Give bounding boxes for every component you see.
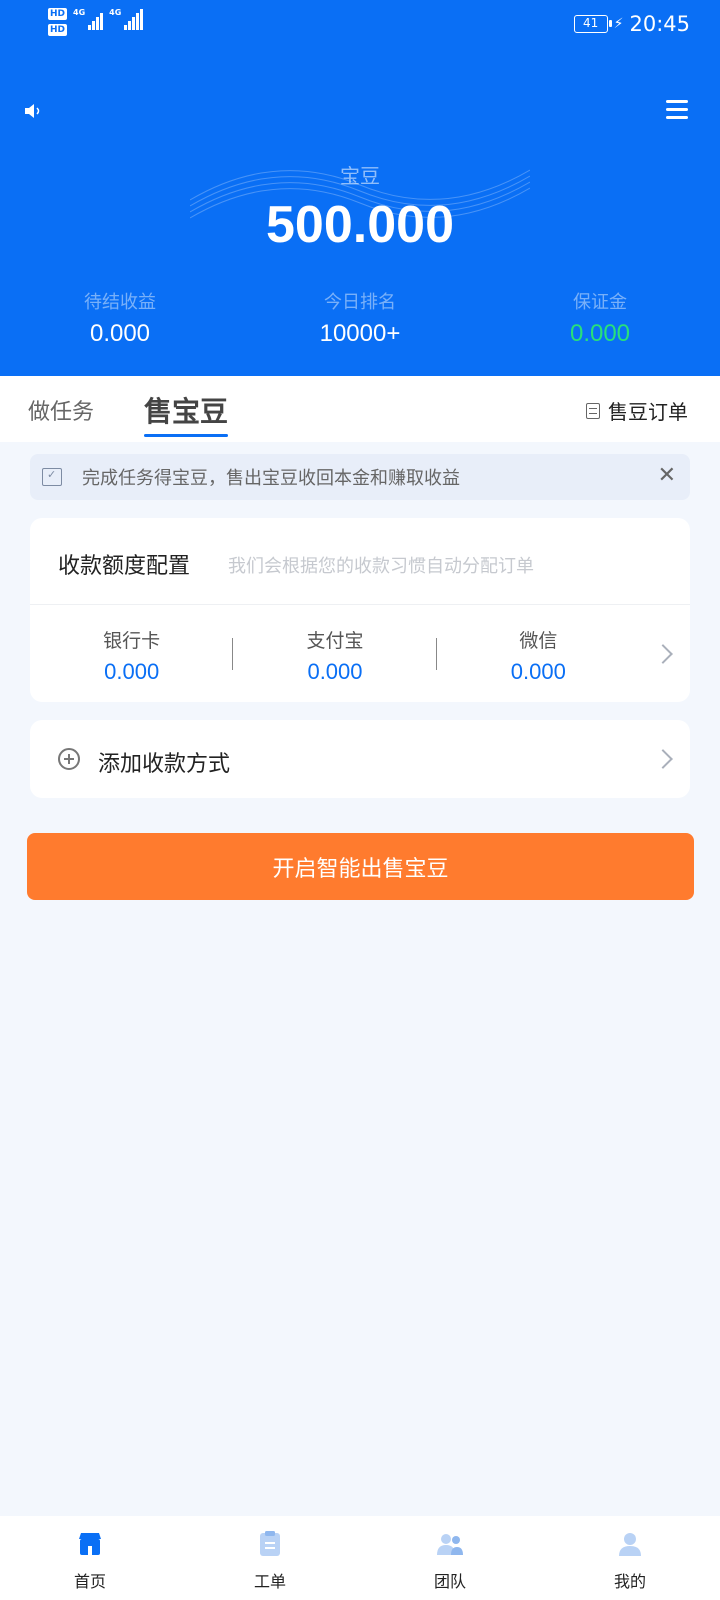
clock: 20:45 xyxy=(629,12,690,36)
payment-method-alipay[interactable]: 支付宝 0.000 xyxy=(233,604,437,702)
signal-2-icon: 4G xyxy=(109,8,144,30)
signal-1-icon: 4G xyxy=(73,8,104,30)
bottom-nav: 首页 工单 团队 我的 xyxy=(0,1516,720,1600)
add-payment-label: 添加收款方式 xyxy=(98,752,231,777)
stat-label: 待结收益 xyxy=(84,292,156,313)
balance-label: 宝豆 xyxy=(340,164,380,188)
profile-icon xyxy=(619,1533,641,1556)
payment-method-value: 0.000 xyxy=(104,659,160,684)
notice-banner: 完成任务得宝豆，售出宝豆收回本金和赚取收益 ✕ xyxy=(30,454,690,500)
nav-label: 我的 xyxy=(613,1572,646,1591)
payment-method-label: 银行卡 xyxy=(103,630,161,652)
stat-deposit: 保证金 0.000 xyxy=(480,288,720,348)
quota-config-card[interactable]: 收款额度配置 我们会根据您的收款习惯自动分配订单 银行卡 0.000 支付宝 0… xyxy=(30,518,690,702)
stats-row: 待结收益 0.000 今日排名 10000+ 保证金 0.000 xyxy=(0,288,720,348)
stat-label: 今日排名 xyxy=(324,292,396,313)
sell-orders-link[interactable]: 售豆订单 xyxy=(586,396,688,425)
battery-level: 41 xyxy=(582,16,599,30)
clipboard-icon xyxy=(260,1531,280,1556)
nav-label: 团队 xyxy=(433,1572,466,1591)
stat-value: 0.000 xyxy=(89,320,151,347)
home-icon xyxy=(79,1533,101,1555)
tab-bar: 做任务 售宝豆 售豆订单 xyxy=(0,376,720,442)
calendar-check-icon xyxy=(42,468,62,486)
payment-method-bank-card[interactable]: 银行卡 0.000 xyxy=(30,604,234,702)
quota-hint: 我们会根据您的收款习惯自动分配订单 xyxy=(228,556,534,577)
tab-sell[interactable]: 售宝豆 xyxy=(144,390,228,430)
stat-value: 0.000 xyxy=(569,320,631,347)
payment-methods: 银行卡 0.000 支付宝 0.000 微信 0.000 xyxy=(30,604,640,702)
chevron-right-icon[interactable] xyxy=(653,644,673,664)
balance-value: 500.000 xyxy=(266,196,454,254)
stat-value: 10000+ xyxy=(319,320,401,347)
nav-label: 首页 xyxy=(73,1572,106,1591)
quota-title: 收款额度配置 xyxy=(58,554,191,579)
payment-method-label: 微信 xyxy=(519,630,558,652)
nav-item-team[interactable]: 团队 xyxy=(360,1516,540,1600)
add-payment-method-row[interactable]: 添加收款方式 xyxy=(30,720,690,798)
stat-pending-earnings: 待结收益 0.000 xyxy=(0,288,240,348)
tab-task[interactable]: 做任务 xyxy=(28,394,94,426)
sell-orders-label: 售豆订单 xyxy=(608,400,688,424)
hd-indicator: HD HD xyxy=(48,8,68,36)
menu-icon[interactable] xyxy=(666,100,688,120)
stat-label: 保证金 xyxy=(573,292,627,313)
active-tab-indicator xyxy=(144,434,228,437)
nav-item-profile[interactable]: 我的 xyxy=(540,1516,720,1600)
nav-item-tickets[interactable]: 工单 xyxy=(180,1516,360,1600)
notice-text: 完成任务得宝豆，售出宝豆收回本金和赚取收益 xyxy=(82,468,460,489)
order-list-icon xyxy=(586,402,600,419)
nav-label: 工单 xyxy=(253,1572,286,1591)
nav-item-home[interactable]: 首页 xyxy=(0,1516,180,1600)
payment-method-wechat[interactable]: 微信 0.000 xyxy=(437,604,640,702)
payment-method-value: 0.000 xyxy=(510,659,566,684)
team-icon xyxy=(437,1534,463,1555)
payment-method-label: 支付宝 xyxy=(306,630,364,652)
status-bar: HD HD 4G 4G 41 ⚡ 20:45 xyxy=(0,0,720,48)
payment-method-value: 0.000 xyxy=(307,659,363,684)
stat-today-rank: 今日排名 10000+ xyxy=(240,288,480,348)
speaker-icon[interactable] xyxy=(24,103,42,119)
battery-icon: 41 xyxy=(573,15,612,33)
chevron-right-icon xyxy=(653,749,673,769)
header: HD HD 4G 4G 41 ⚡ 20:45 宝豆 500.000 待结收益 0… xyxy=(0,0,720,376)
close-icon[interactable]: ✕ xyxy=(658,463,676,488)
plus-circle-icon xyxy=(58,748,80,770)
start-smart-sell-button[interactable]: 开启智能出售宝豆 xyxy=(27,833,694,900)
charging-icon: ⚡ xyxy=(613,16,624,32)
